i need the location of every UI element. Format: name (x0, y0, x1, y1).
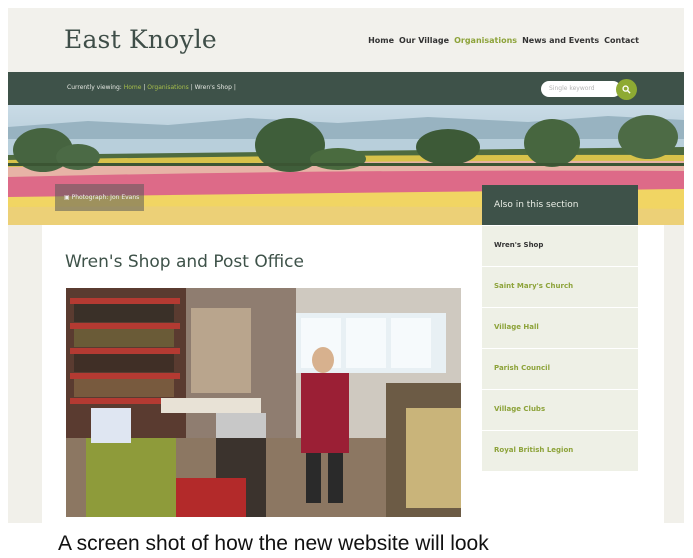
section-sidebar: Also in this section Wren's Shop Saint M… (482, 185, 638, 471)
search-placeholder: Single keyword (549, 85, 595, 92)
breadcrumb: Currently viewing: Home | Organisations … (67, 84, 236, 91)
breadcrumb-bar: Currently viewing: Home | Organisations … (8, 72, 684, 105)
site-header: East Knoyle Home Our Village Organisatio… (8, 8, 684, 72)
nav-item-news-and-events[interactable]: News and Events (522, 36, 599, 45)
sidebar-item-parish-council[interactable]: Parish Council (482, 348, 638, 389)
breadcrumb-separator: | (143, 84, 146, 91)
camera-icon: ▣ (64, 194, 72, 201)
sidebar-item-royal-british-legion[interactable]: Royal British Legion (482, 430, 638, 471)
main-nav: Home Our Village Organisations News and … (368, 36, 639, 45)
breadcrumb-link-organisations[interactable]: Organisations (147, 84, 188, 91)
search-input[interactable]: Single keyword (541, 81, 621, 97)
breadcrumb-separator: | (233, 84, 236, 91)
sidebar-item-village-clubs[interactable]: Village Clubs (482, 389, 638, 430)
breadcrumb-separator: | (190, 84, 193, 91)
sidebar-item-saint-marys-church[interactable]: Saint Mary's Church (482, 266, 638, 307)
site-title[interactable]: East Knoyle (64, 25, 217, 54)
search-icon (622, 85, 631, 94)
nav-item-organisations[interactable]: Organisations (454, 36, 517, 45)
search-button[interactable] (616, 79, 637, 100)
nav-item-home[interactable]: Home (368, 36, 394, 45)
nav-item-contact[interactable]: Contact (604, 36, 639, 45)
shop-interior-image (66, 288, 461, 517)
page-title: Wren's Shop and Post Office (65, 252, 304, 272)
website-mockup: East Knoyle Home Our Village Organisatio… (8, 8, 684, 523)
sidebar-item-village-hall[interactable]: Village Hall (482, 307, 638, 348)
sidebar-heading: Also in this section (482, 185, 638, 225)
caption: A screen shot of how the new website wil… (58, 532, 489, 555)
photo-credit-text: Photograph: Jon Evans (71, 194, 140, 201)
sidebar-item-wrens-shop[interactable]: Wren's Shop (482, 225, 638, 266)
breadcrumb-prefix: Currently viewing: (67, 84, 122, 91)
breadcrumb-link-home[interactable]: Home (124, 84, 142, 91)
breadcrumb-current: Wren's Shop (194, 84, 232, 91)
shop-photo (66, 288, 461, 517)
nav-item-our-village[interactable]: Our Village (399, 36, 449, 45)
photo-credit: ▣ Photograph: Jon Evans (55, 184, 144, 211)
